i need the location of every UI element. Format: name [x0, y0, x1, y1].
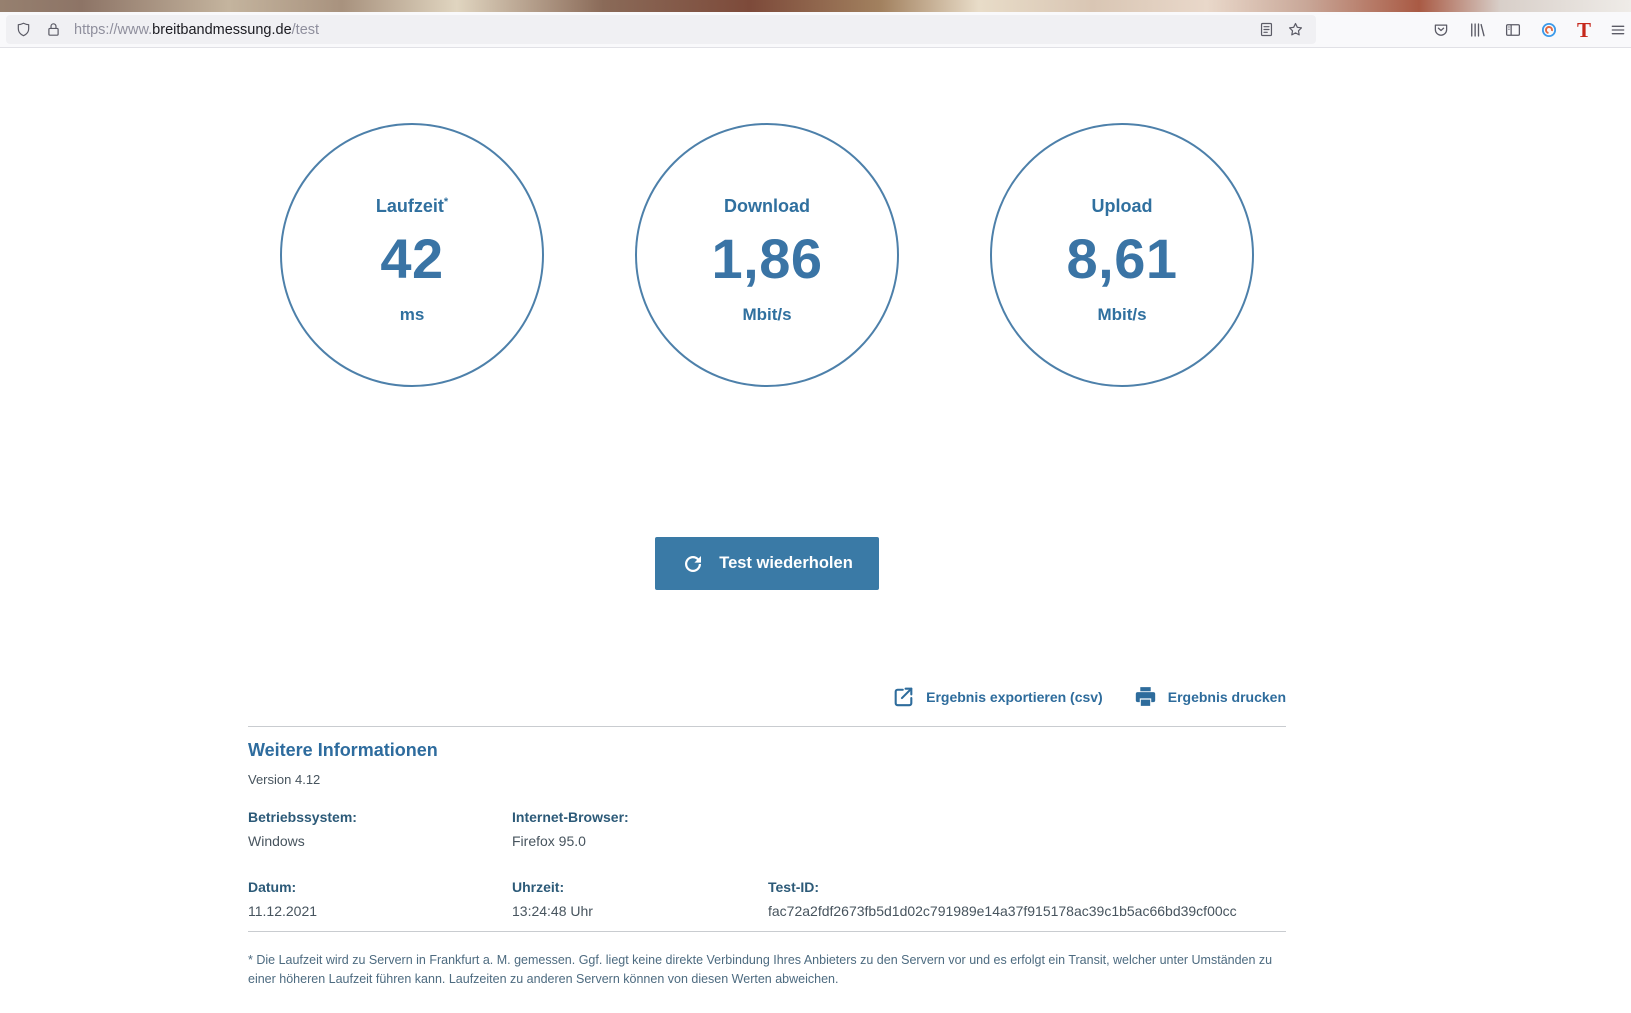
gauge-latency-label: Laufzeit* [376, 191, 448, 217]
info-cell-date: Datum: 11.12.2021 [248, 878, 512, 920]
repeat-button-row: Test wiederholen [248, 537, 1286, 590]
printer-icon [1133, 684, 1158, 709]
refresh-icon [681, 552, 705, 576]
date-label: Datum: [248, 878, 512, 896]
date-value: 11.12.2021 [248, 903, 512, 920]
sidebar-toggle-icon[interactable] [1504, 21, 1522, 39]
gauge-download-unit: Mbit/s [742, 305, 791, 325]
urlbar-page-actions [1258, 21, 1304, 38]
testid-value: fac72a2fdf2673fb5d1d02c791989e14a37f9151… [768, 903, 1286, 920]
menu-hamburger-icon[interactable] [1610, 21, 1626, 39]
gauge-upload-label: Upload [1092, 191, 1153, 217]
print-result-link[interactable]: Ergebnis drucken [1133, 684, 1286, 709]
divider-top [248, 726, 1286, 727]
gauge-download: Download 1,86 Mbit/s [635, 123, 899, 387]
info-cell-browser: Internet-Browser: Firefox 95.0 [512, 808, 768, 850]
more-info-heading: Weitere Informationen [248, 740, 1286, 761]
print-result-label: Ergebnis drucken [1168, 689, 1286, 705]
gauge-latency-value: 42 [380, 229, 443, 289]
latency-footnote: * Die Laufzeit wird zu Servern in Frankf… [248, 951, 1278, 989]
url-domain: breitbandmessung.de [152, 22, 291, 38]
info-row-test: Datum: 11.12.2021 Uhrzeit: 13:24:48 Uhr … [248, 878, 1286, 920]
gauge-upload-value: 8,61 [1067, 229, 1178, 289]
export-result-label: Ergebnis exportieren (csv) [926, 689, 1103, 705]
url-bar[interactable]: https://www.breitbandmessung.de/test [6, 15, 1316, 44]
url-text[interactable]: https://www.breitbandmessung.de/test [74, 22, 1258, 38]
pocket-icon[interactable] [1432, 21, 1450, 39]
repeat-test-button[interactable]: Test wiederholen [655, 537, 879, 590]
version-text: Version 4.12 [248, 772, 1286, 788]
gauge-upload-unit: Mbit/s [1097, 305, 1146, 325]
reader-view-icon[interactable] [1258, 21, 1275, 38]
divider-bottom [248, 931, 1286, 932]
bookmark-star-icon[interactable] [1287, 21, 1304, 38]
window-background-strip [0, 0, 1631, 12]
tracking-protection-shield-icon[interactable] [15, 21, 32, 38]
info-cell-testid: Test-ID: fac72a2fdf2673fb5d1d02c791989e1… [768, 878, 1286, 920]
result-actions: Ergebnis exportieren (csv) Ergebnis druc… [248, 684, 1286, 709]
gauge-upload: Upload 8,61 Mbit/s [990, 123, 1254, 387]
url-path: /test [292, 22, 319, 38]
library-icon[interactable] [1468, 21, 1486, 39]
info-cell-time: Uhrzeit: 13:24:48 Uhr [512, 878, 768, 920]
results-content: Laufzeit* 42 ms Download 1,86 Mbit/s Upl… [248, 47, 1286, 989]
toolbar-buttons: T [1432, 15, 1626, 44]
os-label: Betriebssystem: [248, 808, 512, 826]
info-row-system: Betriebssystem: Windows Internet-Browser… [248, 808, 1286, 850]
gauge-latency: Laufzeit* 42 ms [280, 123, 544, 387]
gauge-latency-unit: ms [400, 305, 425, 325]
url-prefix: https://www. [74, 22, 152, 38]
os-value: Windows [248, 833, 512, 850]
lock-icon[interactable] [45, 21, 62, 38]
export-result-link[interactable]: Ergebnis exportieren (csv) [891, 684, 1103, 709]
repeat-test-button-label: Test wiederholen [719, 554, 853, 573]
browser-toolbar: https://www.breitbandmessung.de/test [0, 12, 1631, 48]
info-cell-empty [768, 808, 1286, 850]
speedtest-results-page: { "colors": { "accent_blue": "#30709f", … [0, 0, 1631, 1013]
testid-label: Test-ID: [768, 878, 1286, 896]
gauge-download-label: Download [724, 191, 810, 217]
donut-extension-icon[interactable] [1540, 21, 1558, 39]
time-value: 13:24:48 Uhr [512, 903, 768, 920]
browser-value: Firefox 95.0 [512, 833, 768, 850]
info-cell-os: Betriebssystem: Windows [248, 808, 512, 850]
footnote-marker: * [444, 196, 448, 208]
time-label: Uhrzeit: [512, 878, 768, 896]
gauge-download-value: 1,86 [712, 229, 823, 289]
result-gauges: Laufzeit* 42 ms Download 1,86 Mbit/s Upl… [248, 123, 1286, 387]
export-icon [891, 684, 916, 709]
t-extension-icon[interactable]: T [1576, 21, 1592, 39]
browser-label: Internet-Browser: [512, 808, 768, 826]
